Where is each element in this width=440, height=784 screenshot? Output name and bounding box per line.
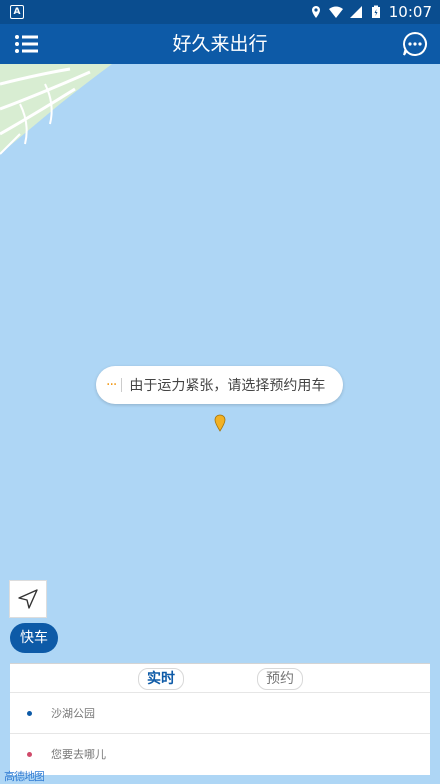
booking-panel: 实时 预约 沙湖公园 您要去哪儿 [10, 663, 430, 775]
status-time: 10:07 [388, 3, 432, 21]
end-dot-icon [27, 751, 32, 757]
destination-field[interactable]: 您要去哪儿 [10, 733, 430, 774]
chat-icon [403, 31, 427, 56]
notice-divider [121, 378, 123, 392]
start-dot-icon [27, 710, 32, 716]
page-title: 好久来出行 [172, 33, 268, 55]
wifi-icon [328, 6, 343, 18]
notification-icon: A [10, 5, 24, 19]
message-button[interactable] [402, 31, 428, 57]
start-location-field[interactable]: 沙湖公园 [10, 692, 430, 733]
notice-dots: ··· [106, 377, 117, 393]
express-car-button[interactable]: 快车 [10, 623, 58, 653]
battery-icon [371, 5, 380, 18]
title-bar: 好久来出行 [0, 24, 440, 64]
ride-mode-tabs: 实时 预约 [10, 664, 430, 692]
status-bar: A 10:07 [0, 0, 440, 24]
location-pin-icon [214, 414, 226, 432]
capacity-notice: ··· 由于运力紧张，请选择预约用车 [96, 366, 343, 404]
tab-reservation[interactable]: 预约 [257, 668, 303, 690]
status-icons: 10:07 [309, 3, 432, 21]
destination-placeholder: 您要去哪儿 [51, 748, 106, 761]
navigation-arrow-icon [18, 589, 38, 609]
locate-button[interactable] [9, 580, 47, 618]
tab-realtime[interactable]: 实时 [138, 668, 184, 690]
map-logo: 高德地图 [4, 770, 44, 783]
signal-icon [349, 6, 362, 18]
location-icon [311, 6, 320, 18]
start-location-text: 沙湖公园 [51, 707, 95, 720]
notice-text: 由于运力紧张，请选择预约用车 [129, 378, 326, 394]
